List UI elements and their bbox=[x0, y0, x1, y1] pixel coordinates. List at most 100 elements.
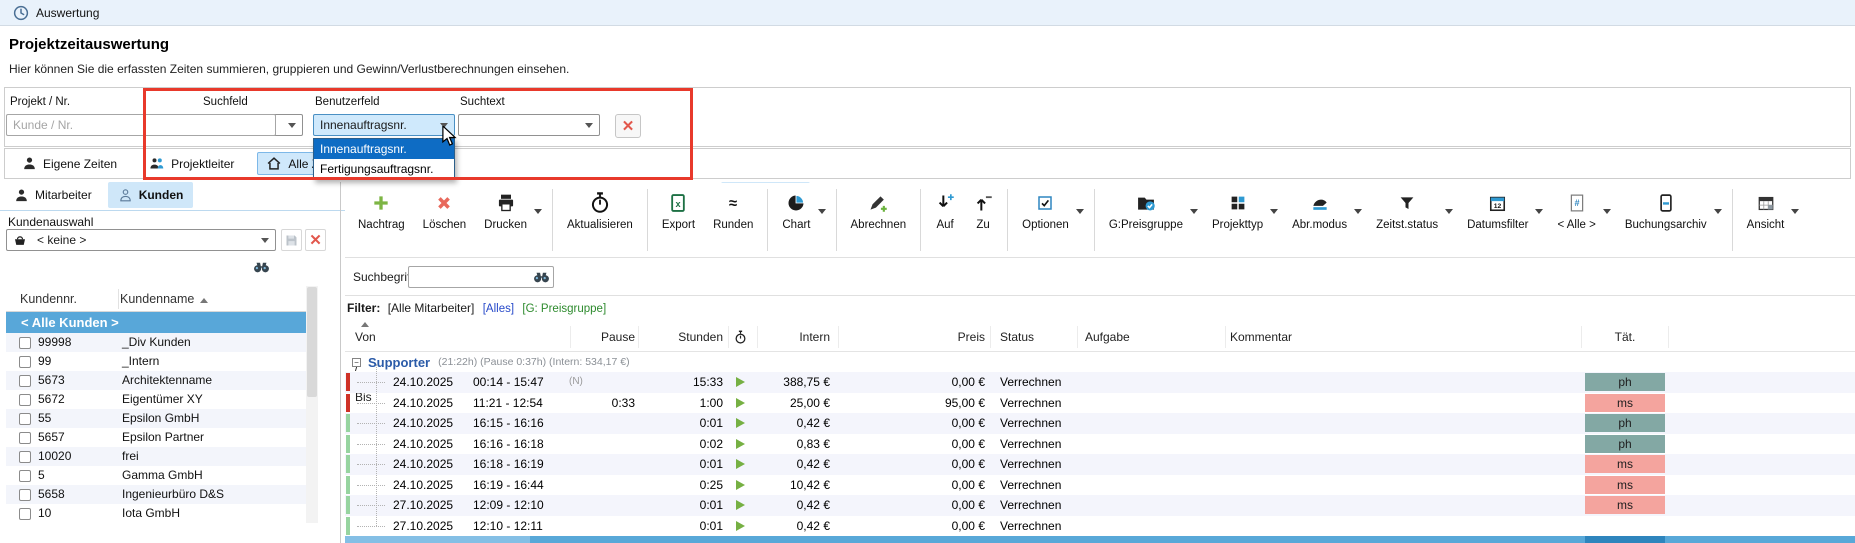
customer-row[interactable]: 5657 Epsilon Partner bbox=[6, 428, 306, 447]
play-icon[interactable] bbox=[736, 459, 745, 469]
filter-alles[interactable]: [Alles] bbox=[483, 303, 514, 315]
column-pause[interactable]: Pause bbox=[580, 322, 635, 352]
toolbar-button[interactable]: G:Preisgruppe bbox=[1100, 183, 1203, 257]
table-row[interactable]: 24.10.2025 11:21 - 12:54 0:33 1:00 25,00… bbox=[345, 393, 1855, 414]
dropdown-arrow-icon[interactable] bbox=[534, 209, 542, 214]
table-row[interactable]: 24.10.2025 16:19 - 16:44 0:25 10,42 € 0,… bbox=[345, 475, 1855, 496]
dropdown-arrow-icon[interactable] bbox=[1354, 209, 1362, 214]
play-icon[interactable] bbox=[736, 418, 745, 428]
toolbar-button[interactable] bbox=[1732, 189, 1733, 251]
dropdown-arrow-icon[interactable] bbox=[1190, 209, 1198, 214]
checkbox[interactable] bbox=[19, 451, 31, 463]
dropdown-arrow-icon[interactable] bbox=[1535, 209, 1543, 214]
play-icon[interactable] bbox=[736, 521, 745, 531]
customer-table-header[interactable]: Kundennr. Kundenname bbox=[6, 286, 318, 312]
play-icon[interactable] bbox=[736, 377, 745, 387]
grid-header[interactable]: Von / Bis Pause Stunden Intern Preis Sta… bbox=[345, 322, 1855, 352]
filter-preisgruppe[interactable]: [G: Preisgruppe] bbox=[522, 303, 606, 315]
customer-row[interactable]: 5673 Architektenname bbox=[6, 371, 306, 390]
dropdown-arrow-icon[interactable] bbox=[1714, 209, 1722, 214]
toolbar-button[interactable]: Abrechnen bbox=[842, 183, 916, 257]
column-kundenname[interactable]: Kundenname bbox=[120, 286, 208, 312]
toolbar-button[interactable]: Optionen bbox=[1013, 183, 1089, 257]
dropdown-arrow-icon[interactable] bbox=[1076, 209, 1084, 214]
toolbar-button[interactable] bbox=[1094, 189, 1095, 251]
customer-row[interactable]: 10020 frei bbox=[6, 447, 306, 466]
customer-row[interactable]: 55 Epsilon GmbH bbox=[6, 409, 306, 428]
all-customers-row[interactable]: < Alle Kunden > bbox=[6, 312, 306, 333]
dropdown-arrow-icon[interactable] bbox=[1270, 209, 1278, 214]
toolbar-button[interactable]: Aktualisieren bbox=[558, 183, 642, 257]
tab[interactable]: Mitarbeiter bbox=[4, 182, 102, 208]
play-icon[interactable] bbox=[736, 439, 745, 449]
customer-row[interactable]: 5 Gamma GmbH bbox=[6, 466, 306, 485]
toolbar-button[interactable] bbox=[552, 189, 553, 251]
column-kommentar[interactable]: Kommentar bbox=[1230, 322, 1292, 352]
play-icon[interactable] bbox=[736, 500, 745, 510]
collapse-icon[interactable]: − bbox=[352, 358, 361, 367]
toolbar-button[interactable]: 12 Datumsfilter bbox=[1458, 183, 1548, 257]
toolbar-button[interactable]: Nachtrag bbox=[349, 183, 414, 257]
selected-row-strip[interactable] bbox=[345, 536, 1855, 543]
customer-row[interactable]: 5672 Eigentümer XY bbox=[6, 390, 306, 409]
benutzerfeld-dropdown[interactable]: Innenauftragsnr. bbox=[313, 114, 455, 136]
toolbar-button[interactable]: Drucken bbox=[475, 183, 547, 257]
table-row[interactable]: 27.10.2025 12:10 - 12:11 0:01 0,42 € 0,0… bbox=[345, 516, 1855, 537]
play-icon[interactable] bbox=[736, 398, 745, 408]
customer-row[interactable]: 5658 Ingenieurbüro D&S bbox=[6, 485, 306, 504]
tab[interactable]: Kunden bbox=[108, 182, 194, 208]
column-aufgabe[interactable]: Aufgabe bbox=[1085, 322, 1130, 352]
suchtext-dropdown[interactable] bbox=[458, 114, 600, 136]
toolbar-button[interactable]: Projekttyp bbox=[1203, 183, 1283, 257]
column-preis[interactable]: Preis bbox=[865, 322, 985, 352]
toolbar-button[interactable]: Ansicht bbox=[1738, 183, 1805, 257]
column-stunden[interactable]: Stunden bbox=[640, 322, 723, 352]
play-icon[interactable] bbox=[736, 480, 745, 490]
filter-mitarbeiter[interactable]: [Alle Mitarbeiter] bbox=[388, 301, 475, 315]
toolbar-button[interactable]: Abr.modus bbox=[1283, 183, 1367, 257]
checkbox[interactable] bbox=[19, 375, 31, 387]
toolbar-button[interactable]: x Export bbox=[653, 183, 704, 257]
checkbox[interactable] bbox=[19, 470, 31, 482]
toolbar-button[interactable] bbox=[920, 189, 921, 251]
column-status[interactable]: Status bbox=[1000, 322, 1034, 352]
customer-row[interactable]: 99998 _Div Kunden bbox=[6, 333, 306, 352]
toolbar-button[interactable]: Buchungsarchiv bbox=[1616, 183, 1727, 257]
checkbox[interactable] bbox=[19, 413, 31, 425]
scope-button[interactable]: Eigene Zeiten bbox=[13, 152, 126, 175]
toolbar-button[interactable] bbox=[767, 189, 768, 251]
table-row[interactable]: 24.10.2025 16:16 - 16:18 0:02 0,83 € 0,0… bbox=[345, 434, 1855, 455]
column-kundennr[interactable]: Kundennr. bbox=[20, 286, 77, 312]
toolbar-button[interactable]: Löschen bbox=[414, 183, 475, 257]
dropdown-arrow-icon[interactable] bbox=[1791, 209, 1799, 214]
scrollbar-thumb[interactable] bbox=[307, 287, 317, 397]
table-row[interactable]: 24.10.2025 16:15 - 16:16 0:01 0,42 € 0,0… bbox=[345, 413, 1855, 434]
dropdown-option[interactable]: Innenauftragsnr. bbox=[314, 139, 454, 159]
dropdown-arrow-icon[interactable] bbox=[1445, 209, 1453, 214]
customer-row[interactable]: 99 _Intern bbox=[6, 352, 306, 371]
save-preset-button[interactable] bbox=[281, 229, 302, 251]
toolbar-button[interactable]: # < Alle > bbox=[1548, 183, 1615, 257]
toolbar-button[interactable] bbox=[1007, 189, 1008, 251]
toolbar-button[interactable]: Zu bbox=[964, 183, 1002, 257]
checkbox[interactable] bbox=[19, 337, 31, 349]
checkbox[interactable] bbox=[19, 394, 31, 406]
column-intern[interactable]: Intern bbox=[750, 322, 830, 352]
clear-search-button[interactable]: ✕ bbox=[615, 114, 641, 138]
checkbox[interactable] bbox=[19, 356, 31, 368]
table-row[interactable]: 24.10.2025 16:18 - 16:19 0:01 0,42 € 0,0… bbox=[345, 454, 1855, 475]
checkbox[interactable] bbox=[19, 508, 31, 520]
scope-button[interactable]: Projektleiter bbox=[140, 152, 243, 175]
checkbox[interactable] bbox=[19, 489, 31, 501]
toolbar-button[interactable]: ≈ Runden bbox=[704, 183, 762, 257]
table-row[interactable]: 27.10.2025 12:09 - 12:10 0:01 0,42 € 0,0… bbox=[345, 495, 1855, 516]
customer-preset-dropdown[interactable]: < keine > bbox=[6, 229, 276, 251]
column-taet[interactable]: Tät. bbox=[1585, 322, 1665, 352]
toolbar-button[interactable] bbox=[836, 189, 837, 251]
toolbar-button[interactable]: Zeitst.status bbox=[1367, 183, 1458, 257]
toolbar-button[interactable]: Auf bbox=[926, 183, 964, 257]
customer-row[interactable]: 10 Iota GmbH bbox=[6, 504, 306, 523]
customer-filter-input[interactable] bbox=[6, 114, 276, 136]
group-row[interactable]: − Supporter (21:22h) (Pause 0:37h) (Inte… bbox=[345, 352, 1855, 372]
customer-scrollbar[interactable] bbox=[306, 286, 318, 523]
